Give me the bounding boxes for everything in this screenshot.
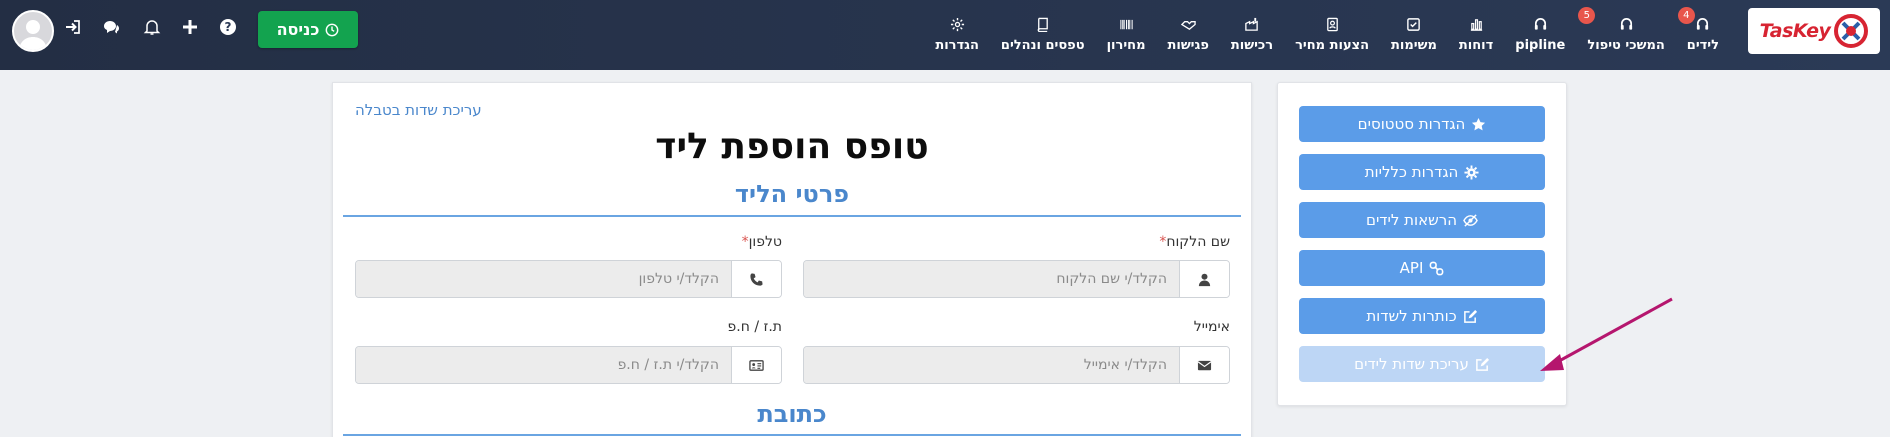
section-divider — [343, 434, 1241, 436]
nav-label: פגישות — [1167, 38, 1209, 53]
svg-text:?: ? — [225, 20, 232, 34]
chat-icon[interactable] — [101, 17, 121, 37]
bell-icon[interactable] — [142, 17, 162, 37]
name-input[interactable] — [804, 261, 1179, 297]
logo-text: TasKey — [1759, 20, 1831, 42]
user-icon — [1179, 261, 1229, 297]
id-field-label: ת.ז / ח.פ — [727, 319, 782, 335]
nav-item-followups[interactable]: 5 המשכי טיפול — [1576, 0, 1675, 70]
phone-field-label: טלפון* — [742, 234, 782, 250]
nav-label: מחירון — [1106, 38, 1146, 53]
nav-item-leads[interactable]: 4 לידים — [1676, 0, 1730, 70]
field-titles-button[interactable]: כותרות לשדות — [1299, 298, 1545, 334]
checkin-label: כניסה — [276, 20, 320, 39]
nav-item-purchases[interactable]: רכישות — [1220, 0, 1284, 70]
required-marker: * — [741, 234, 749, 250]
gear-icon — [1464, 164, 1479, 180]
edit-icon — [1463, 309, 1477, 323]
handshake-icon — [1180, 21, 1196, 30]
phone-input[interactable] — [356, 261, 731, 297]
sign-in-icon[interactable] — [63, 17, 83, 37]
side-button-label: הרשאות לידים — [1366, 211, 1458, 229]
help-icon[interactable]: ? — [218, 17, 238, 37]
edit-lead-fields-button[interactable]: עריכת שדות לידים — [1299, 346, 1545, 382]
side-button-label: הגדרות סטטוסים — [1357, 115, 1466, 133]
bar-chart-icon — [1470, 19, 1482, 31]
edit-icon — [1475, 357, 1489, 371]
link-icon — [1429, 261, 1444, 275]
nav-item-settings[interactable]: הגדרות — [924, 0, 990, 70]
nav-badge: 5 — [1578, 7, 1596, 24]
headset-icon — [1620, 18, 1632, 30]
book-icon — [1037, 17, 1049, 32]
page-title: טופס הוספת ליד — [655, 126, 929, 167]
email-input-group — [803, 346, 1230, 384]
settings-panel: הגדרות סטטוסים הגדרות כלליות הרשאות לידי… — [1277, 82, 1567, 406]
nav-item-quotes[interactable]: הצעות מחיר — [1284, 0, 1380, 70]
top-navbar: TasKey 4 לידים 5 המשכי טיפול pipline דוח… — [0, 0, 1890, 70]
nav-label: טפסים ונהלים — [1000, 38, 1085, 53]
id-input-group — [355, 346, 782, 384]
avatar[interactable] — [12, 10, 54, 52]
nav-label: המשכי טיפול — [1587, 38, 1665, 53]
id-input[interactable] — [356, 347, 731, 383]
plus-icon[interactable] — [180, 17, 200, 37]
nav-label: pipline — [1515, 38, 1566, 53]
nav-item-reports[interactable]: דוחות — [1448, 0, 1504, 70]
api-button[interactable]: API — [1299, 250, 1545, 286]
logo-mark-icon — [1834, 14, 1869, 48]
side-button-label: API — [1399, 259, 1424, 277]
phone-input-group — [355, 260, 782, 298]
side-button-label: עריכת שדות לידים — [1354, 355, 1469, 373]
nav-label: הצעות מחיר — [1295, 38, 1370, 53]
name-field-label: שם הלקוח* — [1159, 234, 1230, 250]
phone-icon — [731, 261, 781, 297]
general-settings-button[interactable]: הגדרות כלליות — [1299, 154, 1545, 190]
phone-label-text: טלפון — [748, 234, 782, 250]
email-input[interactable] — [804, 347, 1179, 383]
section-title-address: כתובת — [757, 400, 827, 428]
name-input-group — [803, 260, 1230, 298]
lead-permissions-button[interactable]: הרשאות לידים — [1299, 202, 1545, 238]
edit-table-fields-link[interactable]: עריכת שדות בטבלה — [355, 101, 482, 119]
status-settings-button[interactable]: הגדרות סטטוסים — [1299, 106, 1545, 142]
side-button-label: הגדרות כלליות — [1364, 163, 1459, 181]
nav-label: משימות — [1391, 38, 1437, 53]
clock-icon — [326, 23, 339, 36]
nav-label: רכישות — [1230, 38, 1274, 53]
checkbox-icon — [1407, 18, 1421, 31]
envelope-icon — [1179, 347, 1229, 383]
lead-form-card: עריכת שדות בטבלה טופס הוספת ליד פרטי הלי… — [332, 82, 1252, 437]
checkin-button[interactable]: כניסה — [258, 11, 358, 48]
side-button-label: כותרות לשדות — [1366, 307, 1457, 325]
section-divider — [343, 215, 1241, 217]
headset-icon — [1697, 18, 1709, 30]
nav-item-pricelist[interactable]: מחירון — [1096, 0, 1157, 70]
nav-item-pipeline[interactable]: pipline — [1504, 0, 1576, 70]
nav-label: הגדרות — [935, 38, 979, 53]
headset-icon — [1534, 18, 1546, 30]
main-nav: 4 לידים 5 המשכי טיפול pipline דוחות משימ… — [924, 0, 1730, 70]
barcode-icon — [1119, 19, 1133, 30]
nav-item-tasks[interactable]: משימות — [1380, 0, 1448, 70]
section-title-lead-details: פרטי הליד — [734, 180, 850, 208]
logo[interactable]: TasKey — [1748, 8, 1880, 54]
nav-badge: 4 — [1677, 7, 1695, 24]
gear-icon — [950, 17, 964, 32]
star-icon — [1472, 117, 1486, 130]
name-label-text: שם הלקוח — [1166, 234, 1230, 250]
nav-label: דוחות — [1458, 38, 1494, 53]
email-field-label: אימייל — [1193, 319, 1230, 335]
eye-slash-icon — [1463, 213, 1478, 227]
id-card-icon — [1326, 17, 1338, 32]
building-icon — [1245, 17, 1259, 31]
id-card-icon — [731, 347, 781, 383]
annotation-arrow-icon — [1540, 297, 1673, 371]
nav-item-forms[interactable]: טפסים ונהלים — [990, 0, 1096, 70]
nav-item-meetings[interactable]: פגישות — [1156, 0, 1219, 70]
nav-label: לידים — [1686, 38, 1719, 53]
